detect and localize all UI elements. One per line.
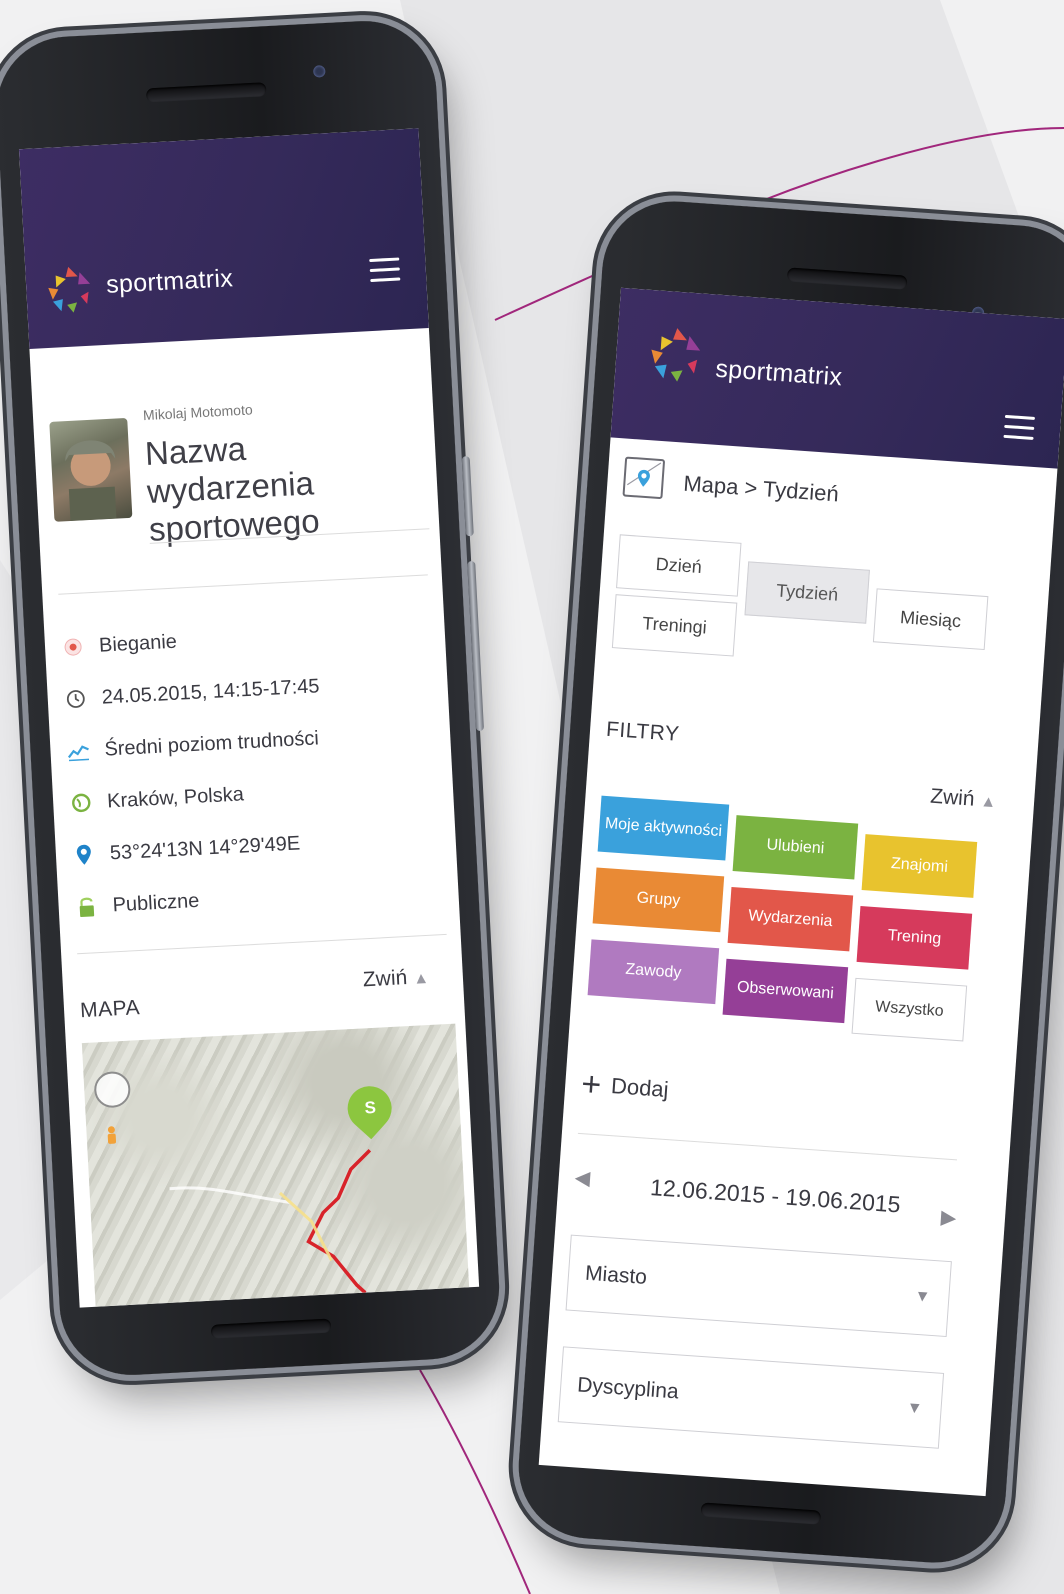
app-header-right: sportmatrix bbox=[610, 287, 1064, 469]
filter-zawody[interactable]: Zawody bbox=[587, 939, 720, 1005]
info-row-datetime: 24.05.2015, 14:15-17:45 bbox=[63, 674, 320, 711]
left-phone-camera bbox=[312, 65, 326, 78]
add-button[interactable]: + Dodaj bbox=[580, 1065, 670, 1107]
filter-moje-aktywnosci[interactable]: Moje aktywności bbox=[597, 795, 730, 861]
filter-grupy[interactable]: Grupy bbox=[592, 867, 725, 933]
tab-dzien[interactable]: Dzień bbox=[616, 534, 742, 597]
add-label: Dodaj bbox=[610, 1073, 670, 1103]
info-coordinates-text: 53°24'13N 14°29'49E bbox=[109, 831, 301, 864]
tab-treningi[interactable]: Treningi bbox=[611, 594, 738, 657]
app-header: sportmatrix bbox=[18, 128, 429, 349]
city-select[interactable]: Miasto ▼ bbox=[565, 1234, 952, 1338]
brand-name-right: sportmatrix bbox=[714, 354, 844, 392]
date-range: 12.06.2015 - 19.06.2015 bbox=[649, 1174, 902, 1218]
map-collapse-toggle[interactable]: Zwiń ▲ bbox=[362, 965, 429, 992]
location-globe-icon bbox=[69, 790, 94, 815]
filters-title: FILTRY bbox=[605, 717, 681, 746]
filters-collapse-toggle[interactable]: Zwiń ▲ bbox=[929, 785, 997, 814]
hamburger-icon[interactable] bbox=[369, 257, 401, 289]
triangle-up-icon-right: ▲ bbox=[979, 793, 997, 812]
info-privacy-text: Publiczne bbox=[112, 889, 200, 916]
info-activity-text: Bieganie bbox=[98, 630, 178, 657]
discipline-select[interactable]: Dyscyplina ▼ bbox=[557, 1346, 945, 1449]
discipline-select-label: Dyscyplina bbox=[576, 1373, 680, 1404]
activity-dot-icon bbox=[60, 634, 85, 659]
left-phone: sportmatrix Mikolaj Motomoto Nazwa wydar… bbox=[0, 17, 503, 1379]
route-line bbox=[169, 1149, 372, 1294]
sportmatrix-logo-right bbox=[651, 328, 701, 382]
section-divider-bottom bbox=[77, 933, 447, 955]
map-pin-icon bbox=[71, 842, 96, 867]
info-datetime-text: 24.05.2015, 14:15-17:45 bbox=[101, 674, 321, 709]
info-location-text: Kraków, Polska bbox=[106, 782, 245, 812]
filter-wszystko[interactable]: Wszystko bbox=[851, 977, 968, 1042]
info-row-difficulty: Średni poziom trudności bbox=[66, 726, 319, 763]
difficulty-chart-icon bbox=[66, 738, 91, 763]
avatar bbox=[49, 417, 133, 522]
filter-ulubieni[interactable]: Ulubieni bbox=[732, 815, 859, 880]
info-row-location: Kraków, Polska bbox=[69, 782, 245, 815]
tab-tydzien[interactable]: Tydzień bbox=[744, 561, 870, 624]
left-phone-speaker bbox=[145, 82, 267, 103]
map-section-title: MAPA bbox=[79, 996, 141, 1023]
city-select-label: Miasto bbox=[584, 1261, 648, 1289]
avatar-photo bbox=[65, 440, 117, 522]
filter-znajomi[interactable]: Znajomi bbox=[861, 834, 978, 898]
info-row-activity: Bieganie bbox=[60, 630, 177, 660]
prev-arrow-icon[interactable]: ◀ bbox=[574, 1165, 591, 1191]
tab-miesiac[interactable]: Miesiąc bbox=[872, 588, 989, 651]
triangle-up-icon: ▲ bbox=[412, 969, 430, 988]
start-pin-label: S bbox=[364, 1097, 377, 1118]
plus-icon: + bbox=[580, 1065, 603, 1105]
author-name[interactable]: Mikolaj Motomoto bbox=[143, 401, 253, 423]
info-difficulty-text: Średni poziom trudności bbox=[103, 726, 320, 761]
map-collapse-label: Zwiń bbox=[362, 966, 408, 992]
right-phone-bottom-speaker bbox=[700, 1502, 822, 1525]
padlock-icon bbox=[74, 894, 99, 919]
left-phone-bottom-speaker bbox=[210, 1318, 332, 1339]
event-title: Nazwa wydarzenia sportowego bbox=[144, 429, 321, 548]
right-phone-speaker bbox=[786, 267, 908, 290]
breadcrumb: Mapa > Tydzień bbox=[682, 470, 840, 507]
next-arrow-icon[interactable]: ▶ bbox=[940, 1204, 957, 1230]
chevron-down-icon: ▼ bbox=[913, 1287, 931, 1306]
brand-name: sportmatrix bbox=[105, 264, 234, 299]
hamburger-icon-right[interactable] bbox=[1003, 414, 1036, 447]
info-row-privacy: Publiczne bbox=[74, 889, 200, 919]
left-screen: sportmatrix Mikolaj Motomoto Nazwa wydar… bbox=[18, 128, 480, 1308]
clock-icon bbox=[63, 686, 88, 711]
sportmatrix-logo bbox=[48, 266, 91, 313]
add-divider bbox=[577, 1132, 958, 1161]
filters-collapse-label: Zwiń bbox=[929, 784, 976, 811]
chevron-down-icon-2: ▼ bbox=[906, 1399, 924, 1418]
right-screen: sportmatrix Mapa > Tydzień Dzień Tydzień… bbox=[538, 287, 1064, 1497]
filter-trening[interactable]: Trening bbox=[856, 905, 973, 970]
map-icon bbox=[622, 456, 666, 500]
route-map[interactable]: S bbox=[81, 1023, 470, 1307]
info-row-coordinates: 53°24'13N 14°29'49E bbox=[71, 831, 301, 867]
filter-wydarzenia[interactable]: Wydarzenia bbox=[727, 886, 854, 952]
section-divider-top bbox=[58, 574, 428, 595]
filter-obserwowani[interactable]: Obserwowani bbox=[722, 958, 849, 1024]
right-phone: sportmatrix Mapa > Tydzień Dzień Tydzień… bbox=[513, 196, 1064, 1568]
